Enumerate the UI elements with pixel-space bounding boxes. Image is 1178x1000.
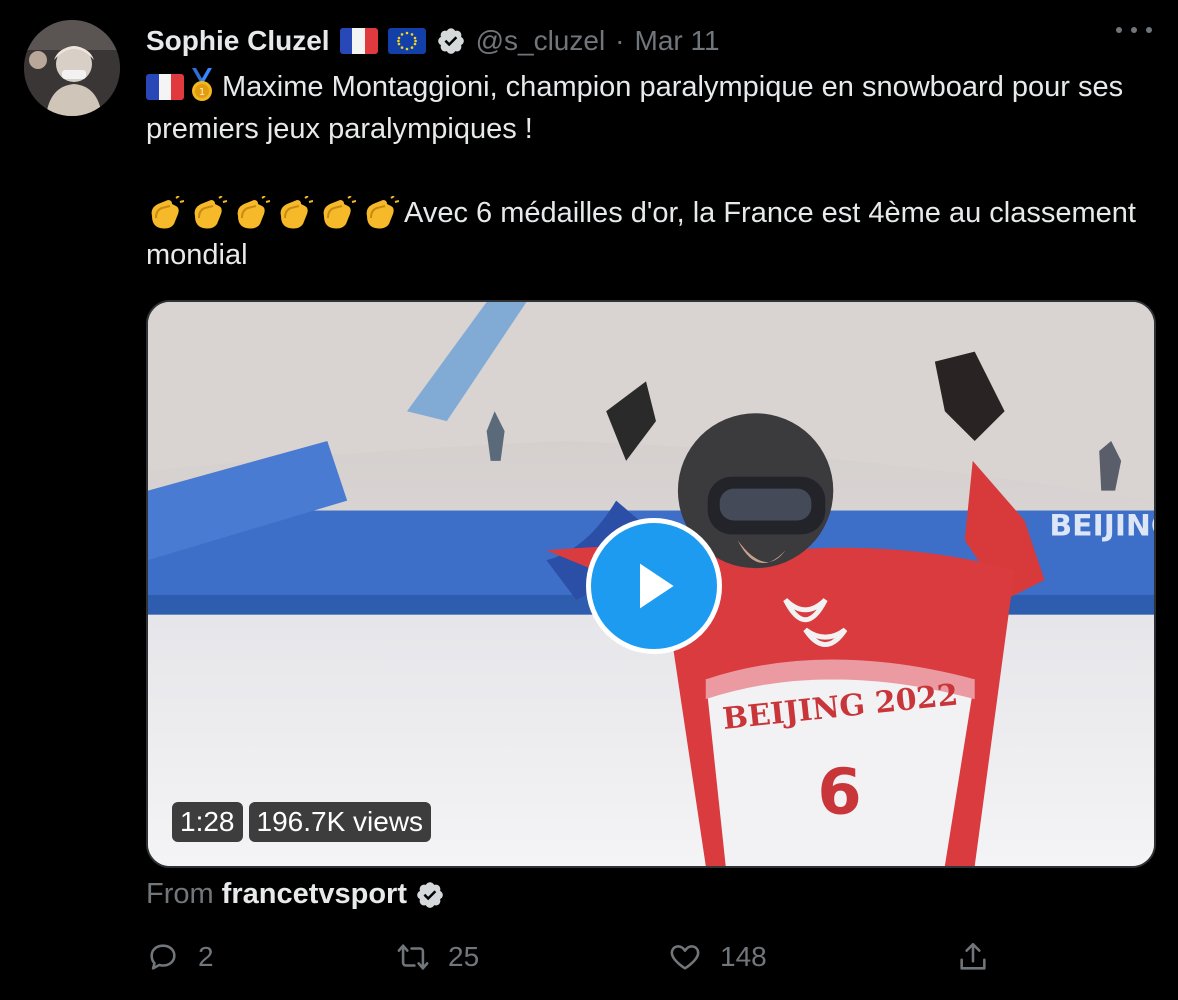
svg-text:1: 1 <box>199 87 205 98</box>
tweet-text-paragraph-2: Avec 6 médailles d'or, la France est 4èm… <box>146 192 1136 276</box>
tweet-actions: 2 25 148 <box>146 940 1156 988</box>
play-button[interactable] <box>586 518 722 654</box>
banner-text: BEIJING <box>1049 508 1154 543</box>
author-handle[interactable]: @s_cluzel <box>476 25 606 57</box>
like-count: 148 <box>720 941 767 972</box>
video-player[interactable]: BEIJING BEIJING 2022 6 1:28 196.7K views <box>146 300 1156 868</box>
bib-number: 6 <box>817 755 861 829</box>
tweet-date[interactable]: Mar 11 <box>635 25 720 57</box>
tweet-text-line-1: Maxime Montaggioni, champion paralympiqu… <box>146 71 1124 145</box>
retweet-button[interactable]: 25 <box>396 940 479 974</box>
source-prefix: From <box>146 878 214 910</box>
clapping-hands-icon <box>237 196 270 229</box>
video-overlay: 1:28 196.7K views <box>172 802 432 842</box>
verified-icon <box>437 28 464 54</box>
more-icon[interactable] <box>1114 24 1154 36</box>
share-button[interactable] <box>956 940 990 974</box>
video-source: From francetvsport <box>146 878 445 911</box>
clapping-hands-icon <box>151 196 184 229</box>
retweet-count: 25 <box>448 941 480 972</box>
avatar[interactable] <box>24 20 120 116</box>
reply-icon <box>150 944 176 970</box>
tweet-header: Sophie Cluzel @s_cluzel · Mar 11 <box>146 22 720 60</box>
video-views: 196.7K views <box>248 802 432 842</box>
clapping-hands-icon <box>323 196 356 229</box>
reply-count: 2 <box>198 941 214 972</box>
separator: · <box>615 25 625 56</box>
verified-icon <box>417 881 443 908</box>
play-icon <box>640 563 674 609</box>
reply-button[interactable]: 2 <box>146 940 214 974</box>
clapping-hands-icon <box>366 196 399 229</box>
france-flag-icon <box>146 74 184 100</box>
source-account[interactable]: francetvsport <box>222 878 407 911</box>
author-name[interactable]: Sophie Cluzel <box>146 25 330 57</box>
medal-icon: 1 <box>192 68 212 101</box>
video-duration: 1:28 <box>172 802 243 842</box>
tweet-text-paragraph-1: 1 Maxime Montaggioni, champion paralympi… <box>146 66 1136 150</box>
like-button[interactable]: 148 <box>668 940 767 974</box>
retweet-icon <box>397 944 429 970</box>
eu-flag-icon <box>387 28 426 54</box>
clapping-hands-icon <box>280 196 313 229</box>
tweet-text: 1 Maxime Montaggioni, champion paralympi… <box>146 66 1136 276</box>
france-flag-icon <box>339 28 378 54</box>
like-icon <box>670 945 700 970</box>
clapping-hands-icon <box>194 196 227 229</box>
share-icon <box>960 942 986 970</box>
